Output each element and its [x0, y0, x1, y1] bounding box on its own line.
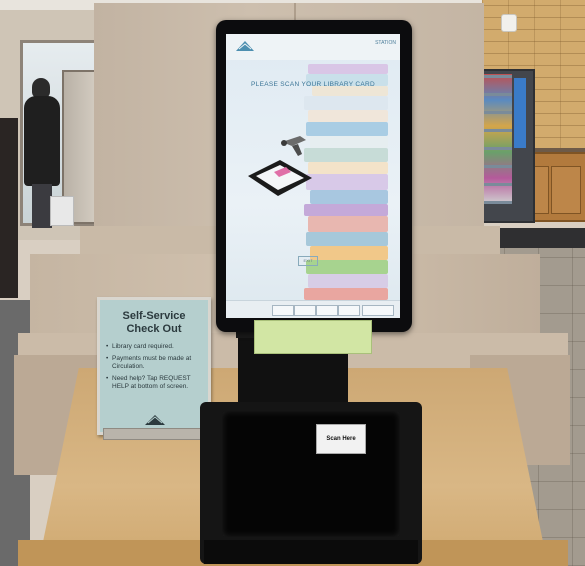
patron-figure [22, 78, 74, 228]
scan-here-label: Scan Here [316, 424, 366, 454]
cabinet-door [551, 166, 581, 214]
photo-scene: Self-Service Check Out Library card requ… [0, 0, 585, 566]
footer-button[interactable] [316, 305, 338, 316]
sign-item: Library card required. [106, 343, 204, 351]
footer-button[interactable] [294, 305, 316, 316]
taped-notice [254, 320, 372, 354]
wall-sensor [501, 14, 517, 32]
sign-item: Need help? Tap REQUEST HELP at bottom of… [106, 375, 204, 391]
sign-title: Self-Service Check Out [106, 310, 202, 336]
sign-title-line: Self-Service [122, 310, 186, 322]
self-service-sign: Self-Service Check Out Library card requ… [97, 297, 211, 435]
dark-panel [0, 118, 18, 298]
kiosk-base-front [204, 540, 418, 564]
card-reader-icon [248, 160, 312, 196]
station-label: STATION [375, 40, 396, 46]
footer-button[interactable] [272, 305, 294, 316]
library-logo-icon [145, 415, 165, 425]
kiosk-screen[interactable]: STATION PLEASE SCAN YOUR LIBRARY CARD EX… [226, 34, 400, 318]
sign-stand [103, 428, 209, 440]
sign-item: Payments must be made at Circulation. [106, 355, 204, 371]
floor-mat [486, 228, 585, 248]
vending-panel [514, 78, 526, 148]
scan-card-prompt: PLEASE SCAN YOUR LIBRARY CARD [251, 81, 375, 88]
footer-button[interactable] [338, 305, 360, 316]
request-help-button[interactable] [362, 305, 394, 316]
barcode-scanner-icon [281, 136, 306, 156]
scan-surface[interactable] [222, 411, 400, 537]
sign-instructions: Library card required. Payments must be … [106, 343, 204, 395]
library-logo-icon [236, 41, 254, 51]
sign-title-line: Check Out [126, 323, 182, 335]
exit-button[interactable]: EXIT [298, 256, 318, 266]
screen-footer [226, 300, 400, 318]
